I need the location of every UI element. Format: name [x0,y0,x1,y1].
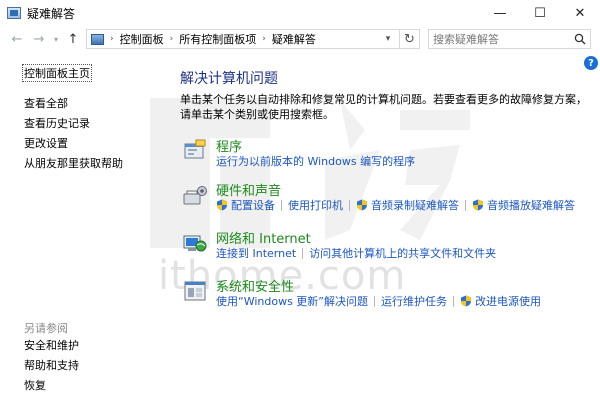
sidebar-control-panel-home[interactable]: 控制面板主页 [22,64,92,82]
search-input[interactable] [433,31,573,47]
hardware-sound-icon [183,186,207,205]
sidebar-item-get-help-from-friend[interactable]: 从朋友那里获取帮助 [24,154,123,174]
minimize-button[interactable]: — [480,0,520,26]
close-button[interactable]: ✕ [560,0,600,26]
address-dropdown-icon[interactable]: ▾ [381,30,395,48]
refresh-icon: ↻ [404,31,415,47]
category-links: 连接到 Internet 访问其他计算机上的共享文件和文件夹 [216,245,496,261]
see-also-list: 安全和维护 帮助和支持 恢复 [24,336,79,396]
sidebar-item-view-history[interactable]: 查看历史记录 [24,114,123,134]
chevron-down-icon: ▾ [53,34,58,44]
breadcrumb-all-items[interactable]: 所有控制面板项 [179,31,256,47]
task-link-configure-device[interactable]: 配置设备 [231,197,275,213]
breadcrumb-control-panel[interactable]: 控制面板 [120,31,164,47]
task-link-run-legacy-program[interactable]: 运行为以前版本的 Windows 编写的程序 [216,153,415,169]
task-link-improve-power-usage[interactable]: 改进电源使用 [475,293,541,309]
breadcrumb-troubleshooting[interactable]: 疑难解答 [272,31,316,47]
maximize-button[interactable]: ☐ [520,0,560,26]
control-panel-icon [91,33,104,45]
refresh-button[interactable]: ↻ [399,30,419,48]
link-separator [465,199,466,211]
task-link-audio-playback-troubleshooter[interactable]: 音频播放疑难解答 [487,197,575,213]
category-links: 使用“Windows 更新”解决问题 运行维护任务 改进电源使用 [216,293,541,309]
uac-shield-icon [461,295,471,307]
see-also-security-maintenance[interactable]: 安全和维护 [24,336,79,356]
page-title: 解决计算机问题 [180,71,278,87]
uac-shield-icon [357,199,367,211]
task-link-use-printer[interactable]: 使用打印机 [288,197,343,213]
uac-shield-icon [217,199,227,211]
programs-icon [184,139,206,159]
task-link-audio-recording-troubleshooter[interactable]: 音频录制疑难解答 [371,197,459,213]
see-also-help-support[interactable]: 帮助和支持 [24,356,79,376]
minimize-icon: — [493,5,507,21]
category-links: 运行为以前版本的 Windows 编写的程序 [216,153,415,169]
title-bar: 疑难解答 — ☐ ✕ [0,0,600,26]
task-link-windows-update[interactable]: 使用“Windows 更新”解决问题 [216,293,368,309]
see-also-heading: 另请参阅 [24,322,68,335]
breadcrumb-separator: › [262,34,266,44]
forward-button[interactable]: → [28,28,50,50]
link-separator [349,199,350,211]
sidebar-tasks: 查看全部 查看历史记录 更改设置 从朋友那里获取帮助 [24,94,123,174]
category-links: 配置设备 使用打印机 音频录制疑难解答 音频播放疑难解答 [216,197,575,213]
address-row: ← → ▾ ↑ › 控制面板 › 所有控制面板项 › 疑难解答 ▾ ↻ [0,26,600,52]
search-box [428,29,591,49]
task-link-access-shared-files[interactable]: 访问其他计算机上的共享文件和文件夹 [309,245,496,261]
task-link-run-maintenance[interactable]: 运行维护任务 [381,293,447,309]
sidebar-item-change-settings[interactable]: 更改设置 [24,134,123,154]
back-button[interactable]: ← [6,28,28,50]
network-internet-icon [183,235,207,252]
up-arrow-icon: ↑ [67,31,79,47]
back-arrow-icon: ← [11,31,23,47]
sidebar-item-view-all[interactable]: 查看全部 [24,94,123,114]
help-button[interactable]: ? [584,56,598,70]
system-security-icon [184,281,206,301]
link-separator [302,247,304,259]
breadcrumb-separator: › [110,34,114,44]
search-icon[interactable] [574,33,586,45]
link-separator [281,199,282,211]
see-also-recovery[interactable]: 恢复 [24,376,79,396]
task-link-connect-to-internet[interactable]: 连接到 Internet [216,245,296,261]
breadcrumb-separator: › [169,34,174,44]
address-bar[interactable]: › 控制面板 › 所有控制面板项 › 疑难解答 ▾ ↻ [86,29,420,49]
page-description: 单击某个任务以自动排除和修复常见的计算机问题。若要查看更多的故障修复方案，请单击… [180,93,587,121]
close-icon: ✕ [574,5,586,21]
left-navigation: 控制面板主页 查看全部 查看历史记录 更改设置 从朋友那里获取帮助 另请参阅 安… [0,52,160,408]
uac-shield-icon [473,199,483,211]
link-separator [374,295,375,307]
maximize-icon: ☐ [534,5,546,21]
window-controls: — ☐ ✕ [480,0,600,26]
troubleshoot-window-icon [7,7,21,19]
link-separator [453,295,454,307]
window-title: 疑难解答 [27,6,76,21]
up-button[interactable]: ↑ [62,28,84,50]
forward-arrow-icon: → [33,31,45,47]
recent-locations-dropdown[interactable]: ▾ [50,28,62,50]
